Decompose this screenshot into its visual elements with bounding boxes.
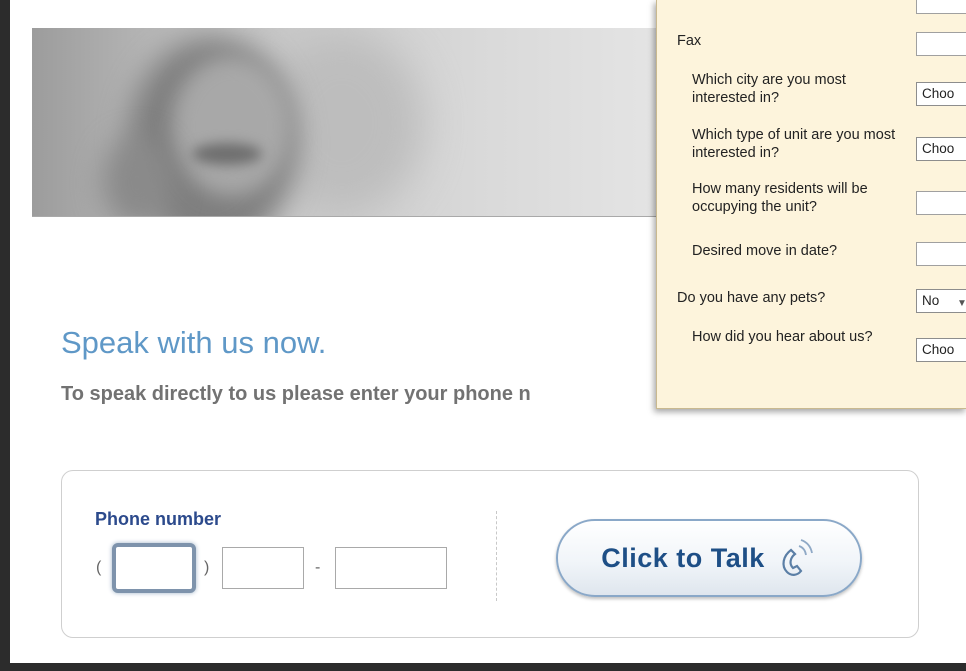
divider (496, 511, 497, 601)
click-to-talk-button[interactable]: Click to Talk (556, 519, 862, 597)
phone-prefix-input[interactable] (222, 547, 304, 589)
area-code-input[interactable] (112, 543, 196, 593)
fax-input[interactable] (916, 32, 966, 56)
referral-label: How did you hear about us? (692, 329, 873, 345)
unit-type-select[interactable]: Choo (916, 137, 966, 161)
phone-line-input[interactable] (335, 547, 447, 589)
move-in-date-input[interactable] (916, 242, 966, 266)
contact-form-panel: Fax Which city are you most interested i… (656, 0, 966, 409)
partial-field-input[interactable] (916, 0, 966, 14)
telephone-handset-icon (782, 539, 813, 576)
city-label: Which city are you most interested in? (692, 72, 846, 106)
pets-label: Do you have any pets? (677, 290, 826, 306)
woman-on-phone-photo (32, 28, 672, 217)
referral-select[interactable]: Choo (916, 338, 966, 362)
click-to-talk-box: Phone number ( ) - Click to Talk (61, 470, 919, 638)
fax-label: Fax (677, 33, 702, 49)
paren-close: ) (204, 559, 210, 576)
speak-subline: To speak directly to us please enter you… (61, 383, 531, 405)
paren-open: ( (96, 559, 102, 576)
move-in-date-label: Desired move in date? (692, 243, 838, 259)
unit-type-label: Which type of unit are you most interest… (692, 127, 896, 161)
phone-dash: - (315, 559, 321, 576)
city-select[interactable]: Choo (916, 82, 966, 106)
speak-headline: Speak with us now. (61, 325, 327, 360)
residents-label: How many residents will be occupying the… (692, 181, 868, 215)
residents-input[interactable] (916, 191, 966, 215)
phone-number-label: Phone number (95, 509, 222, 529)
chevron-down-icon: ▼ (957, 298, 966, 309)
click-to-talk-label: Click to Talk (601, 542, 765, 573)
